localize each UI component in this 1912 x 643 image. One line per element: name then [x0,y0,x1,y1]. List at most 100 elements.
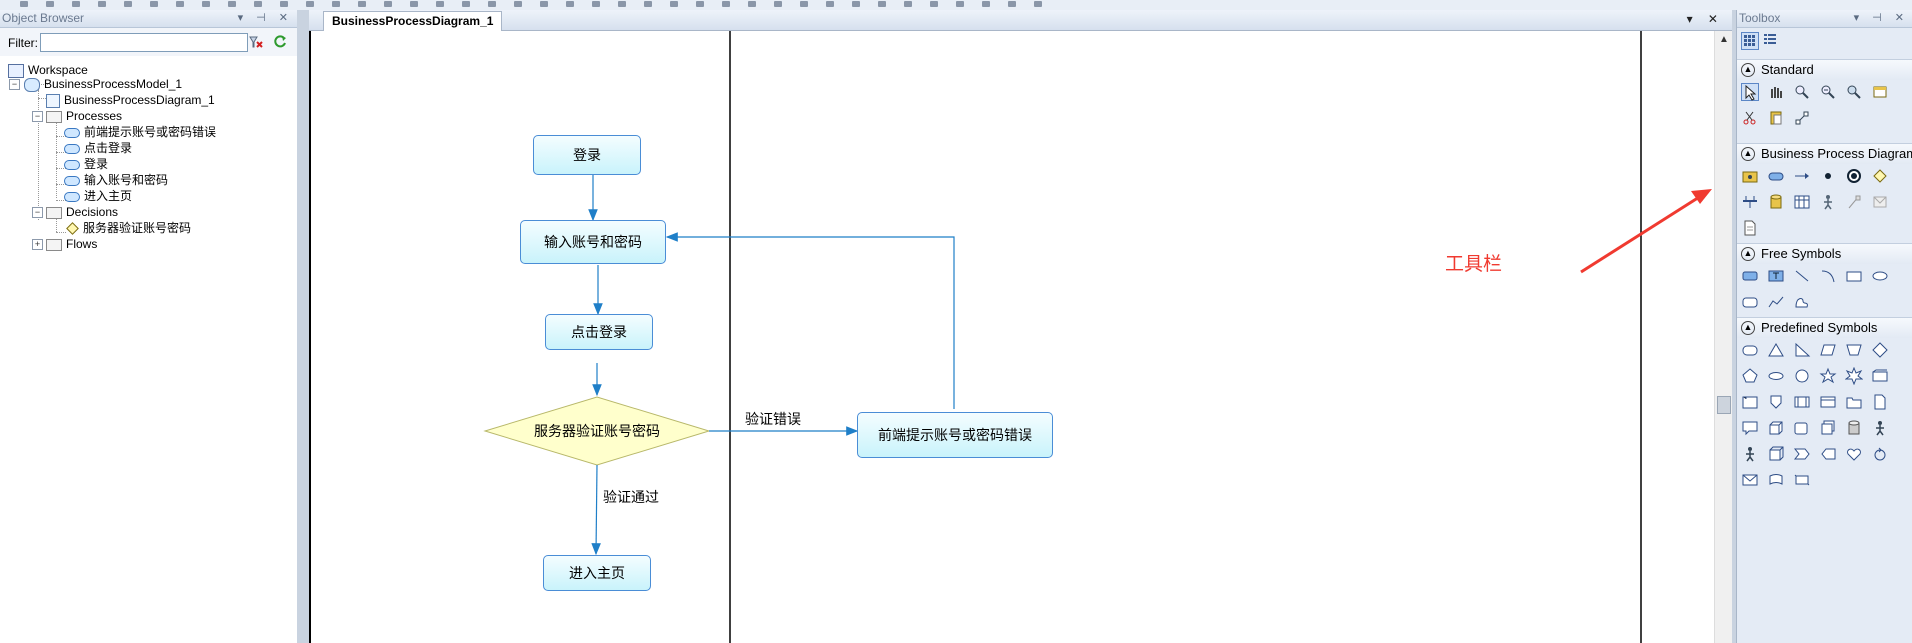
decision-icon[interactable] [1871,167,1889,185]
process-icon[interactable] [1767,167,1785,185]
flow-arrow[interactable] [591,464,601,556]
flat-ellipse-icon[interactable] [1767,367,1785,385]
tree-item-decisions[interactable]: Decisions [46,204,118,220]
toolbar-button[interactable] [176,1,184,7]
cylinder-icon[interactable] [1845,419,1863,437]
zoom-in-icon[interactable] [1793,83,1811,101]
toolbar-button[interactable] [956,1,964,7]
toolbar-button[interactable] [488,1,496,7]
page-icon[interactable] [1871,393,1889,411]
icon-view-icon[interactable] [1741,32,1759,50]
toolbar-button[interactable] [20,1,28,7]
3d-box-icon[interactable] [1767,445,1785,463]
toolbar-button[interactable] [670,1,678,7]
tree-item-processes[interactable]: Processes [46,108,122,124]
toolbar-button[interactable] [592,1,600,7]
toolbar-button[interactable] [280,1,288,7]
tree-item-flows[interactable]: Flows [46,236,97,252]
toolbar-button[interactable] [826,1,834,7]
toolbar-button[interactable] [904,1,912,7]
pointer-icon[interactable] [1741,83,1759,101]
pentagon-icon[interactable] [1741,367,1759,385]
list-view-icon[interactable] [1763,32,1779,48]
process-error-prompt[interactable]: 前端提示账号或密码错误 [857,412,1053,458]
folder-icon[interactable] [1845,393,1863,411]
scroll-icon[interactable] [1767,471,1785,489]
end-event-icon[interactable] [1845,167,1863,185]
toolbar-button[interactable] [540,1,548,7]
link-icon[interactable] [1793,109,1811,127]
scroll-up-icon[interactable]: ▲ [1719,34,1729,45]
toolbar-button[interactable] [618,1,626,7]
window-icon[interactable] [1819,393,1837,411]
stack-icon[interactable] [1819,419,1837,437]
zoom-out-icon[interactable] [1819,83,1837,101]
tab-business-process-diagram[interactable]: BusinessProcessDiagram_1 [323,11,503,31]
properties-icon[interactable] [1871,83,1889,101]
toolbar-button[interactable] [1008,1,1016,7]
actor-icon[interactable] [1871,419,1889,437]
toolbar-button[interactable] [852,1,860,7]
process-login[interactable]: 登录 [533,135,641,175]
cube-icon[interactable] [1767,419,1785,437]
toolbar-button[interactable] [514,1,522,7]
collapse-model-icon[interactable]: − [9,79,20,90]
section-predefined-symbols[interactable]: ▲ Predefined Symbols [1737,317,1912,338]
tree-item-process[interactable]: 前端提示账号或密码错误 [64,124,216,140]
toolbar-button[interactable] [46,1,54,7]
tree-item-decision[interactable]: 服务器验证账号密码 [66,220,191,236]
tree-item-model[interactable]: BusinessProcessModel_1 [24,76,182,92]
synchronization-icon[interactable] [1741,193,1759,211]
toolbar-button[interactable] [202,1,210,7]
section-standard[interactable]: ▲ Standard [1737,59,1912,80]
toolbar-button[interactable] [748,1,756,7]
circle-icon[interactable] [1793,367,1811,385]
collapse-section-icon[interactable]: ▲ [1741,321,1755,335]
shield-icon[interactable] [1767,393,1785,411]
expand-flows-icon[interactable]: + [32,239,43,250]
box-icon[interactable] [1793,419,1811,437]
toolbar-button[interactable] [800,1,808,7]
toolbar-button[interactable] [930,1,938,7]
flow-arrow[interactable] [665,232,955,409]
polyline-icon[interactable] [1767,293,1785,311]
zoom-fit-icon[interactable] [1845,83,1863,101]
toolbar-button[interactable] [774,1,782,7]
message-icon[interactable] [1871,193,1889,211]
toolbar-button[interactable] [98,1,106,7]
resource-icon[interactable] [1845,193,1863,211]
tree-item-process[interactable]: 输入账号和密码 [64,172,168,188]
star-icon[interactable] [1819,367,1837,385]
collapse-decisions-icon[interactable]: − [32,207,43,218]
note-icon[interactable] [1741,267,1759,285]
toolbar-button[interactable] [436,1,444,7]
panel-splitter[interactable] [297,10,309,643]
envelope-icon[interactable] [1741,471,1759,489]
trapezoid-icon[interactable] [1845,341,1863,359]
panel-controls[interactable]: ▾ ⊣ ✕ [1854,10,1909,27]
document-icon[interactable] [1741,219,1759,237]
freeform-icon[interactable] [1793,293,1811,311]
swimlane-icon[interactable] [1793,193,1811,211]
panel-controls[interactable]: ▾ ⊣ ✕ [238,10,293,27]
document-controls[interactable]: ▾ ✕ [1687,12,1724,26]
card-icon[interactable] [1871,367,1889,385]
start-event-icon[interactable] [1819,167,1837,185]
scroll-thumb[interactable] [1717,396,1731,414]
text-icon[interactable] [1767,267,1785,285]
filter-input[interactable] [40,33,248,52]
heart-icon[interactable] [1845,445,1863,463]
rounded-rectangle-icon[interactable] [1741,293,1759,311]
section-business-process-diagram[interactable]: ▲ Business Process Diagram [1737,143,1912,164]
collapse-processes-icon[interactable]: − [32,111,43,122]
grabber-icon[interactable] [1767,83,1785,101]
toolbar-button[interactable] [696,1,704,7]
cut-icon[interactable] [1741,109,1759,127]
ellipse-icon[interactable] [1871,267,1889,285]
person-icon[interactable] [1741,445,1759,463]
banner-icon[interactable] [1793,471,1811,489]
diamond-icon[interactable] [1871,341,1889,359]
toolbar-button[interactable] [306,1,314,7]
arrow-box-icon[interactable] [1819,445,1837,463]
toolbar-button[interactable] [228,1,236,7]
